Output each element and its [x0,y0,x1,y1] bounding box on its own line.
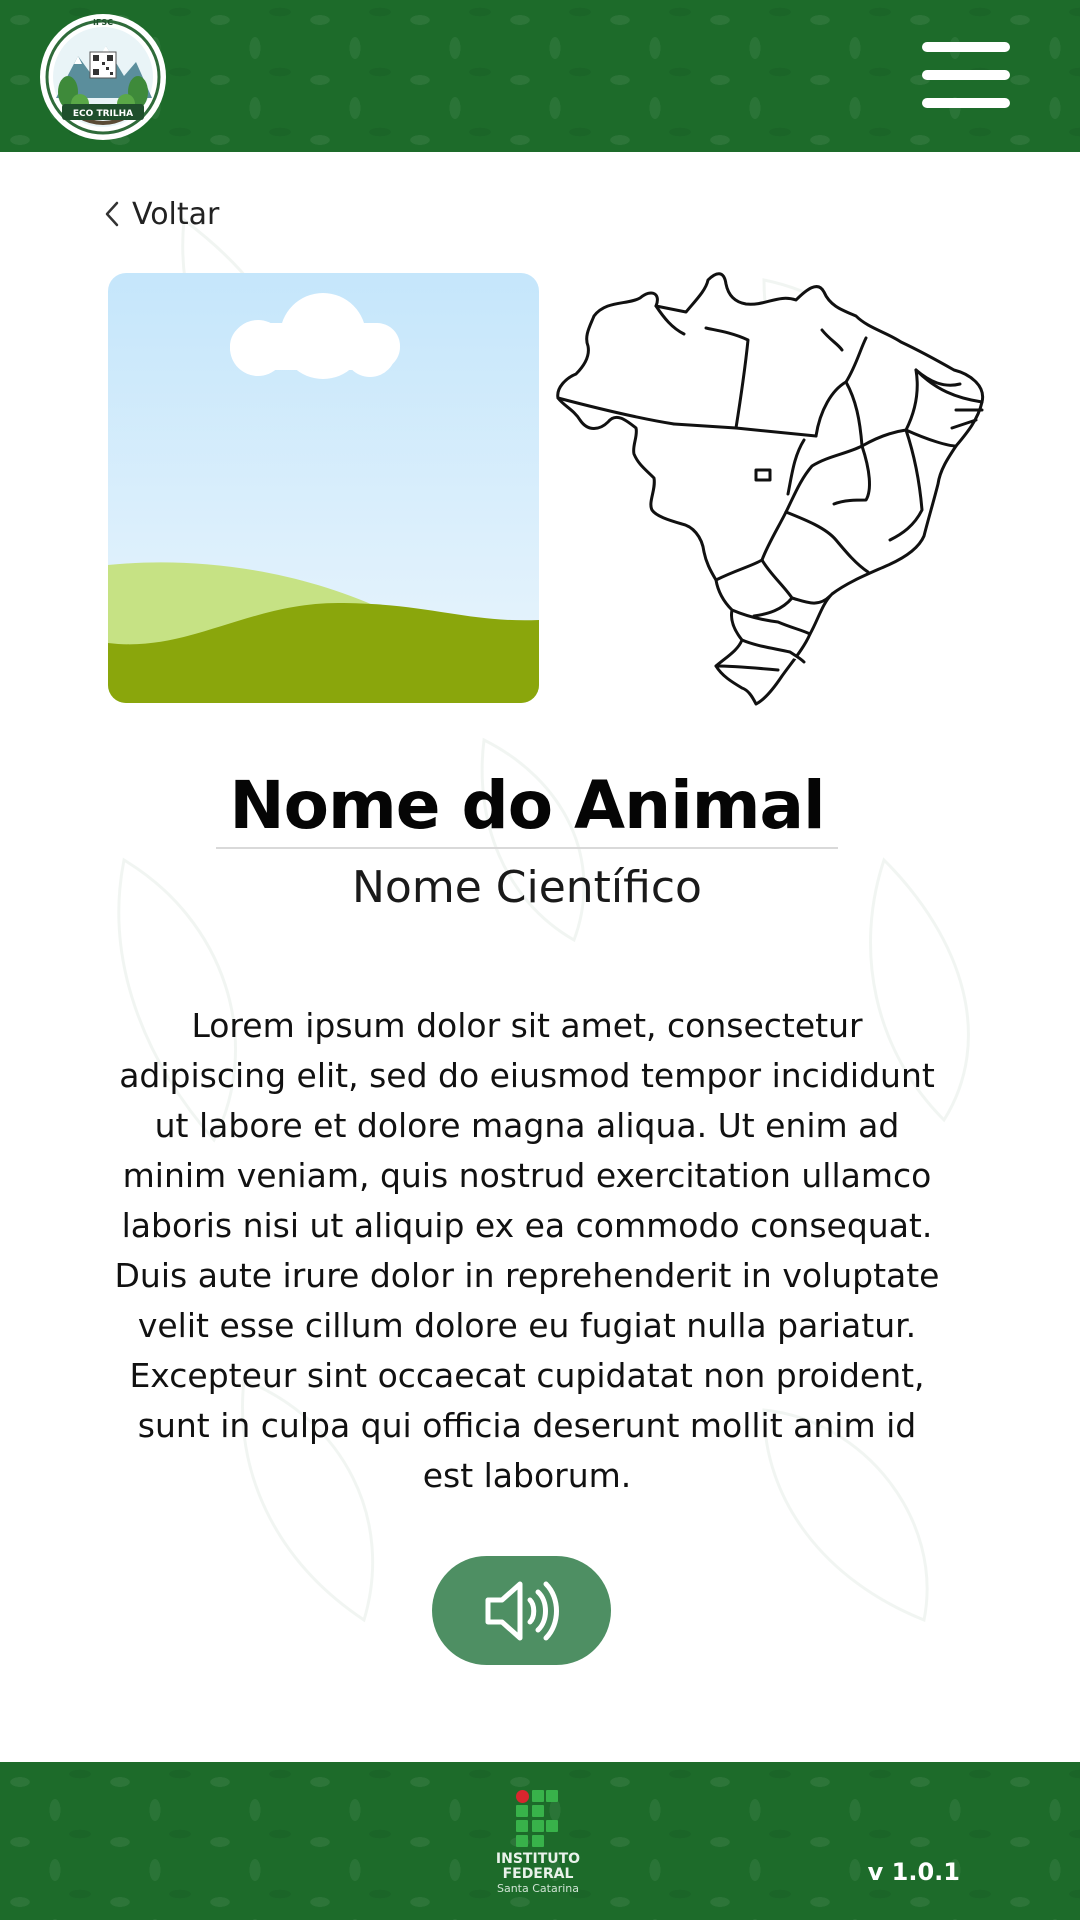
back-button[interactable]: Voltar [104,190,219,238]
scientific-name: Nome Científico [352,862,702,913]
play-audio-button[interactable] [432,1556,611,1665]
back-button-label: Voltar [132,196,220,232]
institute-line-1: INSTITUTO [495,1851,581,1867]
institute-line-2: FEDERAL [502,1866,574,1882]
chevron-left-icon [105,201,119,227]
speaker-volume-icon [485,1581,559,1640]
eco-trilha-logo: ECO TRILHA IFSC [40,14,166,140]
animal-name-title: Nome do Animal [229,767,825,844]
instituto-federal-logo: INSTITUTO FEDERAL Santa Catarina [480,1790,596,1896]
logo-ribbon-text: ECO TRILHA [73,109,133,119]
logo-top-text: IFSC [93,18,113,27]
brazil-map-outline [556,272,985,706]
app-header: ECO TRILHA IFSC [0,0,1080,152]
animal-photo [108,273,539,703]
hamburger-menu-icon[interactable] [920,38,1012,112]
if-logo-red-dot [516,1790,529,1803]
landscape-placeholder-image [108,273,539,703]
if-logo-grid [516,1790,560,1848]
app-version: v 1.0.1 [867,1858,960,1886]
institute-line-3: Santa Catarina [496,1882,579,1895]
animal-description: Lorem ipsum dolor sit amet, consectetur … [114,1006,940,1495]
title-divider [216,847,838,849]
